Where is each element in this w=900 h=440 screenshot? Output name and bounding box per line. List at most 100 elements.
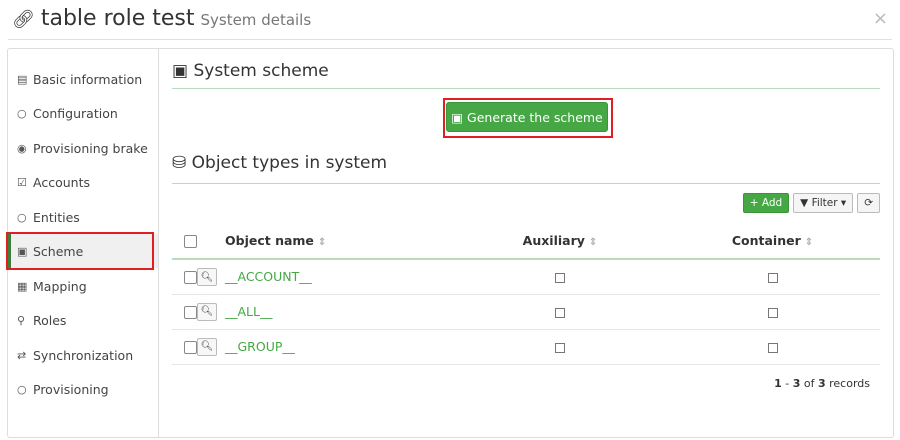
row-checkbox[interactable]: [184, 306, 197, 319]
object-types-title: Object types in system: [191, 153, 388, 173]
page-title: table role test: [40, 6, 195, 31]
list-icon: ▤: [17, 72, 28, 86]
detail-cell: 🔍︎: [197, 294, 225, 330]
sort-icon[interactable]: ⇕: [589, 237, 597, 248]
modal-header: 🔗︎ table role test System details ×: [8, 0, 892, 40]
sidebar-item-provisioning-brake[interactable]: ◉ Provisioning brake: [8, 131, 158, 165]
records-total: 3: [817, 377, 826, 390]
auxiliary-cell: [455, 329, 665, 365]
row-select-cell: [172, 294, 197, 330]
highlight-box: [443, 98, 613, 138]
sidebar-item-label: Provisioning: [33, 381, 109, 397]
row-select-cell: [172, 329, 197, 365]
column-label: Object name: [225, 232, 314, 248]
object-name-cell: __ACCOUNT__: [225, 259, 455, 295]
object-name-link[interactable]: __GROUP__: [225, 339, 295, 354]
table-toolbar: + Add ▼ Filter ▾ ⟳: [742, 193, 880, 213]
sidebar-item-label: Configuration: [33, 105, 118, 121]
detail-cell: 🔍︎: [197, 329, 225, 365]
row-select-cell: [172, 259, 197, 295]
sidebar-item-label: Mapping: [33, 278, 87, 294]
refresh-icon[interactable]: ⟳: [857, 193, 880, 213]
object-name-link[interactable]: __ALL__: [225, 304, 272, 319]
container-cell: [665, 329, 880, 365]
object-name-cell: __GROUP__: [225, 329, 455, 365]
sidebar-item-roles[interactable]: ⚲ Roles: [8, 303, 158, 337]
table-row: 🔍︎ __GROUP__: [172, 329, 880, 365]
search-icon[interactable]: 🔍︎: [197, 268, 217, 286]
divider: [172, 88, 880, 89]
object-name-cell: __ALL__: [225, 294, 455, 330]
circle-icon: ○: [17, 210, 27, 224]
auxiliary-checkbox: [555, 342, 565, 353]
container-cell: [665, 259, 880, 295]
search-icon[interactable]: 🔍︎: [197, 337, 217, 356]
select-all-cell: [172, 222, 197, 260]
database-icon: ⛁: [172, 153, 187, 173]
link-icon: 🔗︎: [12, 9, 35, 30]
divider: [172, 183, 880, 184]
sidebar-item-provisioning[interactable]: ○ Provisioning: [8, 372, 158, 406]
row-checkbox[interactable]: [184, 271, 197, 285]
sidebar-item-mapping[interactable]: ▦ Mapping: [8, 269, 158, 303]
edit-icon: ☑: [17, 175, 27, 189]
records-of: of: [800, 377, 818, 390]
filter-button[interactable]: ▼ Filter ▾: [793, 193, 854, 213]
circle-icon: ○: [17, 106, 27, 120]
object-types-heading: ⛁ Object types in system: [172, 153, 387, 173]
detail-header: [197, 222, 225, 260]
title-wrap: 🔗︎ table role test System details: [12, 6, 311, 31]
detail-cell: 🔍︎: [197, 259, 225, 295]
sidebar-item-basic-information[interactable]: ▤ Basic information: [8, 62, 158, 96]
mapping-icon: ▦: [17, 279, 28, 293]
table-header-row: Object name ⇕ Auxiliary ⇕ Container ⇕: [172, 222, 880, 260]
sidebar-item-accounts[interactable]: ☑ Accounts: [8, 165, 158, 199]
sidebar-item-synchronization[interactable]: ⇄ Synchronization: [8, 338, 158, 372]
sidebar-item-label: Entities: [33, 209, 80, 225]
highlight-box: [6, 232, 154, 270]
table-row: 🔍︎ __ACCOUNT__: [172, 259, 880, 295]
sidebar-item-entities[interactable]: ○ Entities: [8, 200, 158, 234]
container-checkbox: [767, 307, 778, 318]
auxiliary-cell: [455, 259, 665, 295]
sidebar-item-label: Accounts: [33, 174, 90, 190]
auxiliary-checkbox: [555, 307, 565, 318]
column-header-container[interactable]: Container ⇕: [665, 222, 880, 260]
system-scheme-title: System scheme: [193, 61, 329, 81]
row-checkbox[interactable]: [184, 341, 197, 354]
sidebar-item-label: Roles: [33, 312, 67, 328]
sort-icon[interactable]: ⇕: [318, 237, 326, 248]
sidebar-item-label: Synchronization: [33, 347, 134, 363]
table-row: 🔍︎ __ALL__: [172, 294, 880, 330]
main-panel: ▤ Basic information ○ Configuration ◉ Provisi…: [6, 48, 894, 438]
add-button[interactable]: + Add: [742, 193, 790, 213]
column-header-auxiliary[interactable]: Auxiliary ⇕: [455, 222, 665, 260]
circle-icon: ○: [17, 382, 27, 396]
select-all-checkbox[interactable]: [184, 234, 197, 248]
container-cell: [665, 294, 880, 330]
exchange-icon: ⇄: [17, 348, 27, 362]
dot-circle-icon: ◉: [17, 141, 27, 155]
close-icon[interactable]: ×: [873, 8, 888, 29]
column-label: Container: [731, 232, 801, 248]
column-label: Auxiliary: [522, 232, 585, 248]
object-types-table: Object name ⇕ Auxiliary ⇕ Container ⇕ 🔍︎ __A…: [172, 222, 880, 365]
search-icon[interactable]: 🔍︎: [197, 302, 217, 321]
scheme-icon: ▣: [172, 61, 189, 81]
records-sep: -: [781, 377, 793, 390]
auxiliary-cell: [455, 294, 665, 330]
records-from: 1: [774, 377, 782, 390]
sidebar-item-configuration[interactable]: ○ Configuration: [8, 96, 158, 130]
sidebar-item-label: Basic information: [33, 71, 143, 87]
system-scheme-heading: ▣ System scheme: [172, 61, 329, 81]
column-header-name[interactable]: Object name ⇕: [225, 222, 455, 260]
key-icon: ⚲: [17, 313, 26, 327]
object-name-link[interactable]: __ACCOUNT__: [225, 269, 312, 284]
sort-icon[interactable]: ⇕: [805, 237, 813, 248]
container-checkbox: [767, 272, 778, 283]
container-checkbox: [767, 342, 778, 353]
auxiliary-checkbox: [555, 272, 565, 283]
records-suffix: records: [825, 377, 870, 390]
page-subtitle: System details: [200, 11, 312, 29]
sidebar-item-label: Provisioning brake: [33, 140, 148, 156]
